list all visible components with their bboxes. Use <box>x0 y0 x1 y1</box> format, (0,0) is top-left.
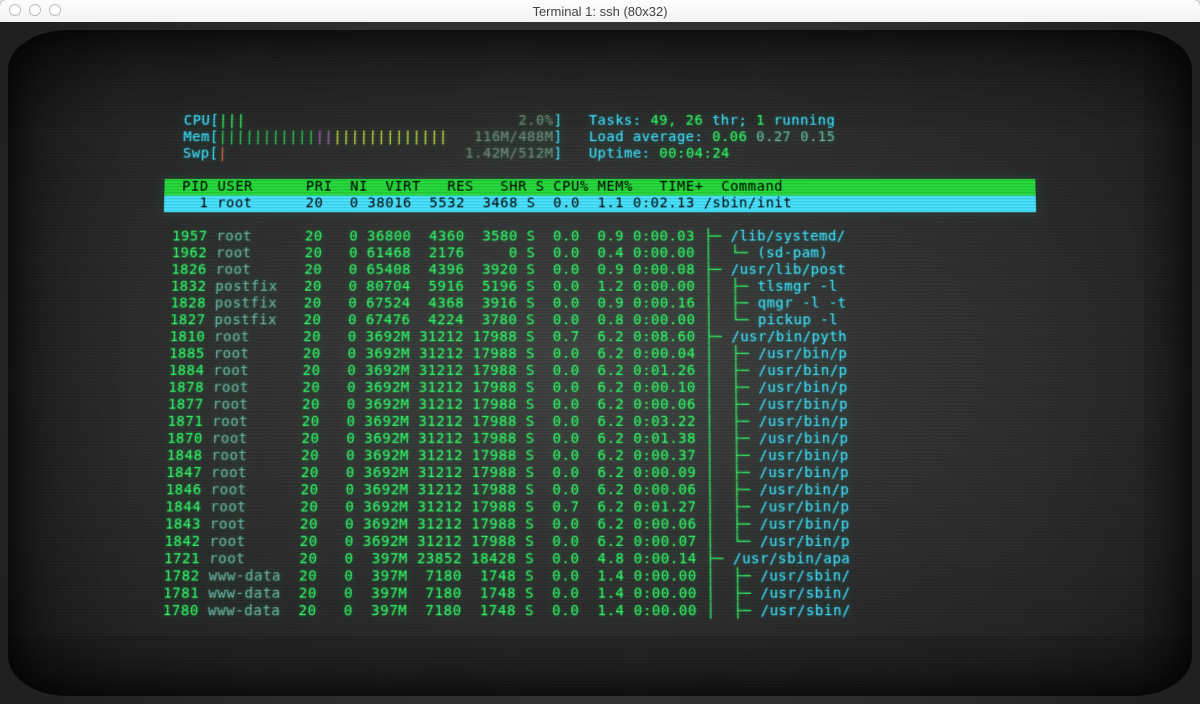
minimize-icon[interactable] <box>29 4 41 16</box>
process-row[interactable]: 1844 root 20 0 3692M 31212 17988 S 0.7 6… <box>156 499 1044 516</box>
cpu-meter: CPU[||| 2.0%] Tasks: 49, 26 thr; 1 runni… <box>166 113 1034 129</box>
process-row[interactable]: 1827 postfix 20 0 67476 4224 3780 S 0.0 … <box>161 312 1039 329</box>
process-row[interactable]: 1870 root 20 0 3692M 31212 17988 S 0.0 6… <box>158 431 1042 448</box>
process-row[interactable]: 1832 postfix 20 0 80704 5916 5196 S 0.0 … <box>162 279 1039 296</box>
process-row[interactable]: 1847 root 20 0 3692M 31212 17988 S 0.0 6… <box>157 465 1043 482</box>
process-row[interactable]: 1846 root 20 0 3692M 31212 17988 S 0.0 6… <box>156 482 1043 499</box>
process-row[interactable]: 1877 root 20 0 3692M 31212 17988 S 0.0 6… <box>159 397 1042 414</box>
process-row[interactable]: 1885 root 20 0 3692M 31212 17988 S 0.0 6… <box>160 346 1040 363</box>
process-row[interactable]: 1782 www-data 20 0 397M 7180 1748 S 0.0 … <box>154 568 1045 585</box>
process-row[interactable]: 1871 root 20 0 3692M 31212 17988 S 0.0 6… <box>158 414 1041 431</box>
process-row[interactable]: 1828 postfix 20 0 67524 4368 3916 S 0.0 … <box>161 296 1038 313</box>
mem-meter: Mem[|||||||||||||||||||||||||| 116M/488M… <box>166 130 1035 146</box>
process-row-selected[interactable]: 1 root 20 0 38016 5532 3468 S 0.0 1.1 0:… <box>164 196 1036 213</box>
window-titlebar: Terminal 1: ssh (80x32) <box>0 0 1200 23</box>
window-controls <box>9 4 61 16</box>
close-icon[interactable] <box>9 4 21 16</box>
process-row[interactable]: 1810 root 20 0 3692M 31212 17988 S 0.7 6… <box>160 329 1039 346</box>
process-row[interactable]: 1884 root 20 0 3692M 31212 17988 S 0.0 6… <box>160 363 1041 380</box>
process-row[interactable]: 1878 root 20 0 3692M 31212 17988 S 0.0 6… <box>159 380 1041 397</box>
process-row[interactable]: 1842 root 20 0 3692M 31212 17988 S 0.0 6… <box>155 534 1045 551</box>
process-row[interactable]: 1848 root 20 0 3692M 31212 17988 S 0.0 6… <box>157 448 1042 465</box>
process-row[interactable]: 1721 root 20 0 397M 23852 18428 S 0.0 4.… <box>155 551 1046 568</box>
process-row[interactable]: 1957 root 20 0 36800 4360 3580 S 0.0 0.9… <box>163 229 1037 246</box>
crt-screen: CPU[||| 2.0%] Tasks: 49, 26 thr; 1 runni… <box>0 22 1200 704</box>
process-row[interactable]: 1780 www-data 20 0 397M 7180 1748 S 0.0 … <box>153 603 1046 620</box>
process-row[interactable]: 1826 root 20 0 65408 4396 3920 S 0.0 0.9… <box>162 262 1038 279</box>
terminal-window: Terminal 1: ssh (80x32) CPU[||| 2.0%] Ta… <box>0 0 1200 704</box>
process-row[interactable]: 1962 root 20 0 61468 2176 0 S 0.0 0.4 0:… <box>163 245 1038 262</box>
process-row[interactable]: 1781 www-data 20 0 397M 7180 1748 S 0.0 … <box>154 586 1046 603</box>
crt-bezel: CPU[||| 2.0%] Tasks: 49, 26 thr; 1 runni… <box>8 30 1192 696</box>
terminal-content[interactable]: CPU[||| 2.0%] Tasks: 49, 26 thr; 1 runni… <box>153 113 1046 620</box>
column-header[interactable]: PID USER PRI NI VIRT RES SHR S CPU% MEM%… <box>164 179 1035 196</box>
maximize-icon[interactable] <box>49 4 61 16</box>
process-row[interactable]: 1843 root 20 0 3692M 31212 17988 S 0.0 6… <box>156 517 1045 534</box>
window-title: Terminal 1: ssh (80x32) <box>0 4 1200 19</box>
swp-meter: Swp[| 1.42M/512M] Uptime: 00:04:24 <box>165 146 1035 162</box>
